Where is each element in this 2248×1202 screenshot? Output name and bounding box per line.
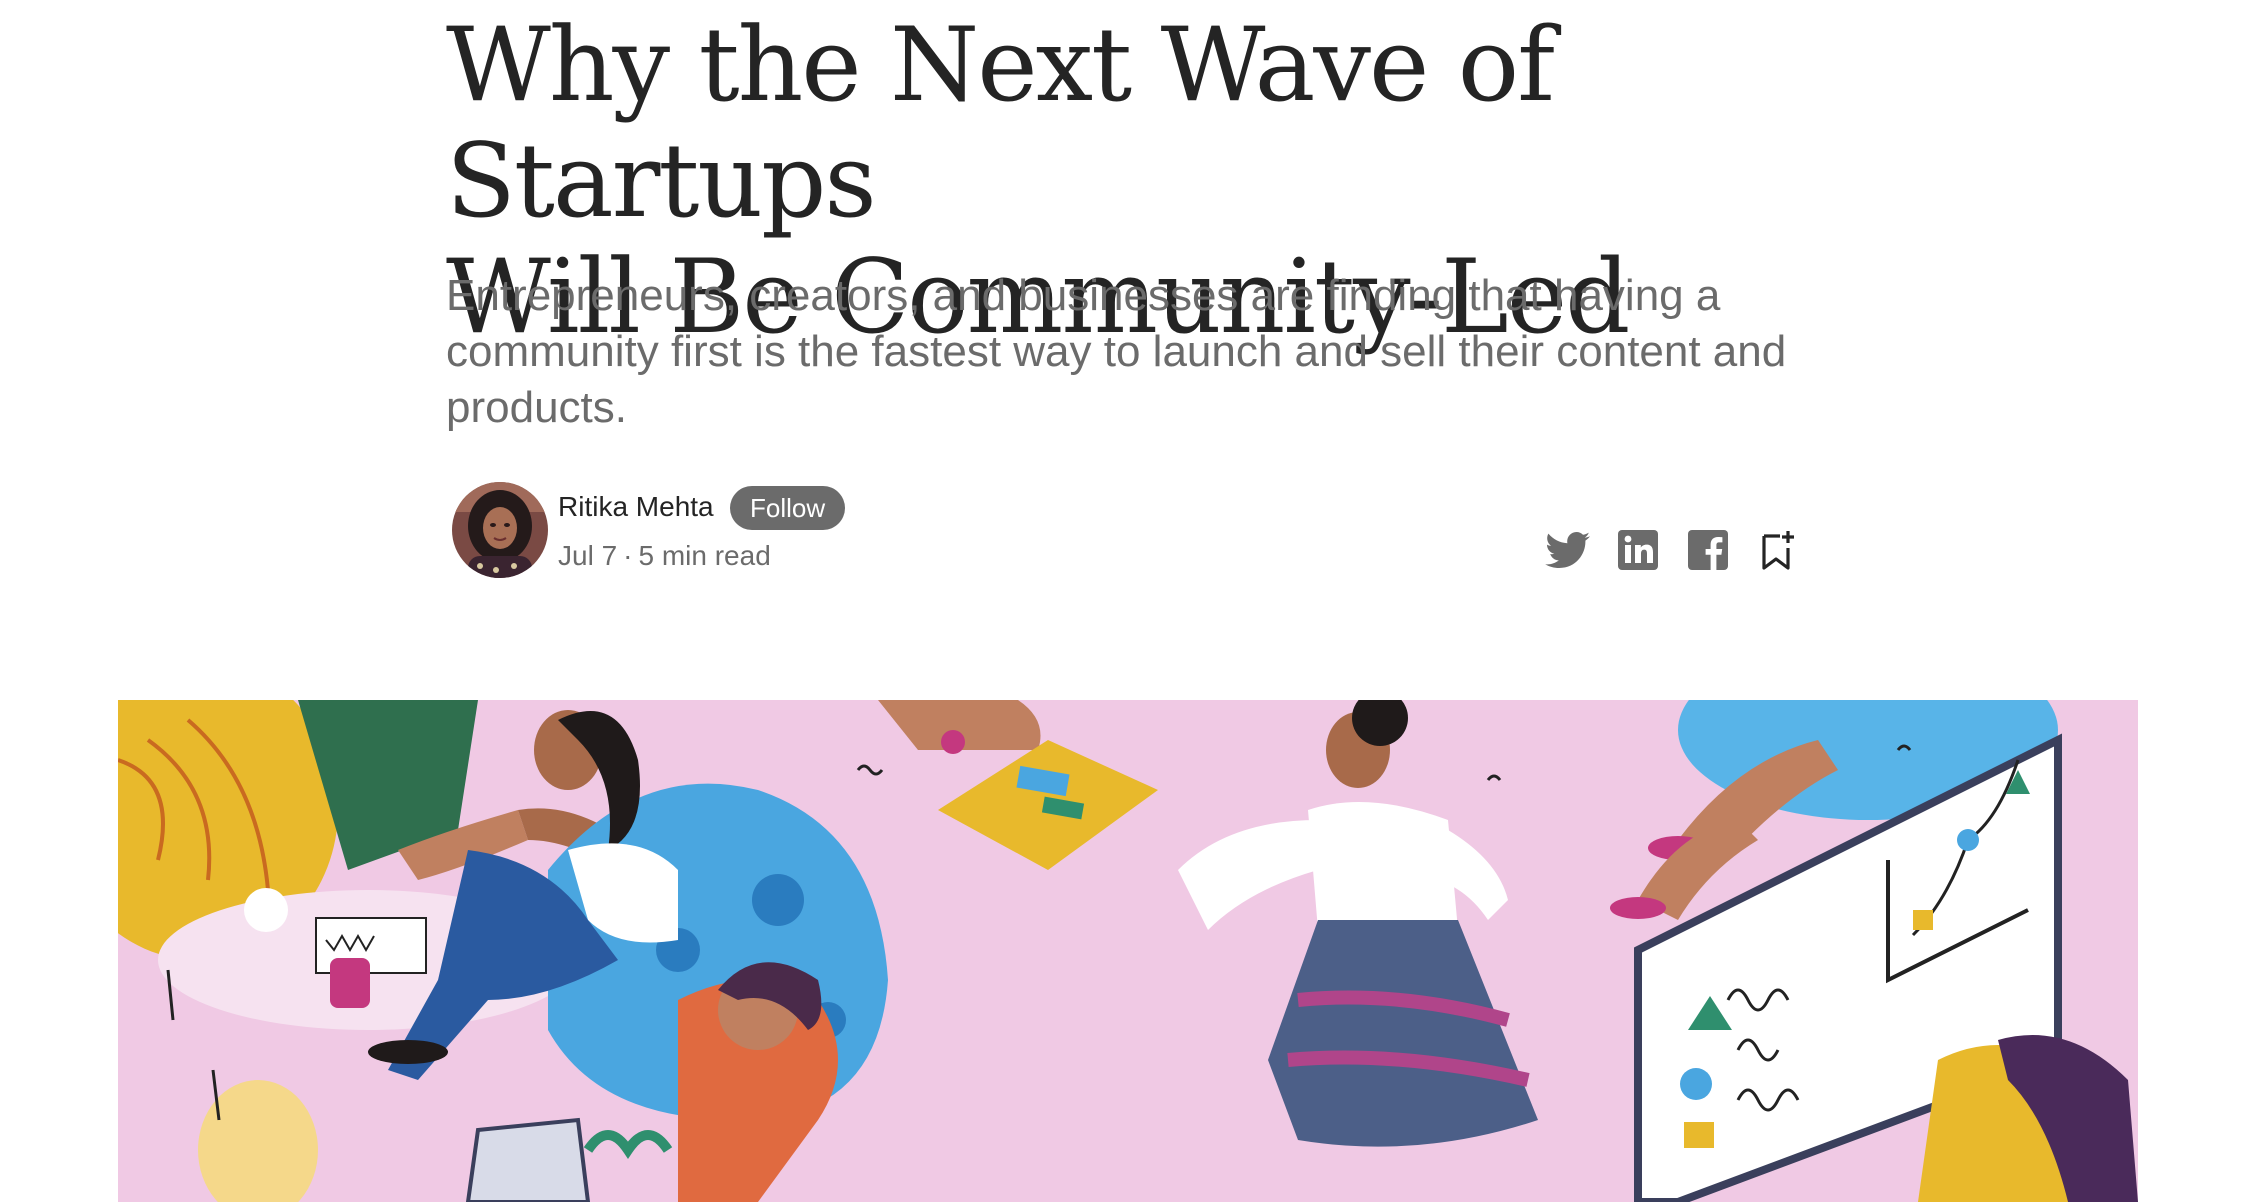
article-subtitle: Entrepreneurs, creators, and businesses … — [446, 271, 1787, 432]
read-time: 5 min read — [638, 540, 771, 571]
twitter-icon — [1545, 532, 1590, 568]
facebook-share-button[interactable] — [1684, 526, 1732, 574]
follow-button[interactable]: Follow — [730, 486, 846, 530]
hero-illustration — [118, 700, 2138, 1202]
linkedin-share-button[interactable] — [1614, 526, 1662, 574]
title-line-1: Why the Next Wave of Startups — [446, 6, 1555, 241]
hero-illustration-art — [118, 700, 2138, 1202]
twitter-share-button[interactable] — [1544, 526, 1592, 574]
bookmark-button[interactable] — [1752, 526, 1800, 574]
linkedin-icon — [1618, 530, 1658, 570]
facebook-icon — [1688, 530, 1728, 570]
publish-date: Jul 7 — [558, 540, 618, 571]
bookmark-add-icon — [1762, 531, 1794, 570]
author-name[interactable]: Ritika Mehta — [558, 491, 714, 523]
avatar-photo — [452, 482, 548, 578]
article-meta: Jul 7 · 5 min read — [558, 540, 771, 572]
author-avatar[interactable] — [452, 482, 548, 578]
meta-separator: · — [623, 540, 633, 571]
